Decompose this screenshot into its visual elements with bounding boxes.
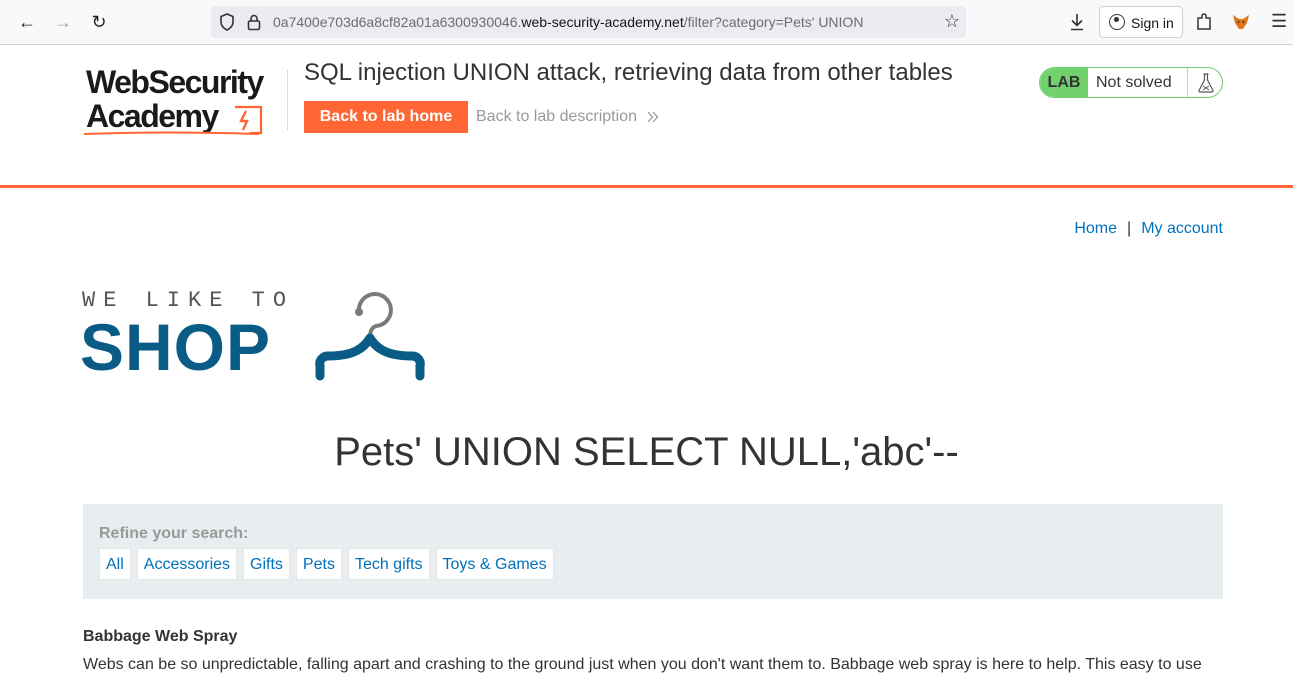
double-chevron-right-icon bbox=[647, 111, 659, 123]
academy-header: WebSecurity Academy SQL injection UNION … bbox=[0, 45, 1293, 188]
web-security-academy-logo[interactable]: WebSecurity Academy bbox=[84, 65, 286, 137]
bookmark-star-icon[interactable]: ☆ bbox=[944, 11, 960, 32]
extensions-puzzle-icon[interactable] bbox=[1196, 13, 1212, 31]
url-text: 0a7400e703d6a8cf82a01a6300930046.web-sec… bbox=[273, 14, 864, 30]
browser-toolbar: ← → ↻ 0a7400e703d6a8cf82a01a6300930046.w… bbox=[0, 0, 1293, 45]
filter-tech-gifts[interactable]: Tech gifts bbox=[347, 548, 430, 580]
home-link[interactable]: Home bbox=[1074, 220, 1117, 237]
refine-search-label: Refine your search: bbox=[99, 525, 249, 542]
product-description: Webs can be so unpredictable, falling ap… bbox=[83, 656, 1202, 673]
menu-hamburger-icon[interactable]: ☰ bbox=[1271, 11, 1287, 32]
account-icon bbox=[1109, 14, 1125, 30]
address-bar[interactable]: 0a7400e703d6a8cf82a01a6300930046.web-sec… bbox=[211, 6, 966, 38]
lock-icon[interactable] bbox=[247, 13, 261, 31]
lab-status-badge: LAB Not solved bbox=[1039, 67, 1223, 98]
category-filters: All Accessories Gifts Pets Tech gifts To… bbox=[99, 548, 554, 580]
product-name: Babbage Web Spray bbox=[83, 628, 238, 645]
my-account-link[interactable]: My account bbox=[1141, 220, 1223, 237]
shop-logo[interactable]: WE LIKE TO SHOP bbox=[80, 288, 434, 384]
filter-gifts[interactable]: Gifts bbox=[243, 548, 290, 580]
refine-search-panel: Refine your search: All Accessories Gift… bbox=[83, 504, 1223, 599]
filter-toys-and-games[interactable]: Toys & Games bbox=[435, 548, 554, 580]
page-heading: Pets' UNION SELECT NULL,'abc'-- bbox=[334, 430, 959, 474]
fox-extension-icon[interactable] bbox=[1232, 14, 1250, 30]
downloads-icon[interactable] bbox=[1069, 13, 1085, 31]
lab-title: SQL injection UNION attack, retrieving d… bbox=[304, 59, 953, 86]
back-arrow-icon[interactable]: ← bbox=[15, 10, 39, 34]
logo-underline bbox=[84, 131, 259, 135]
back-to-lab-home-button[interactable]: Back to lab home bbox=[304, 101, 468, 133]
filter-pets[interactable]: Pets bbox=[295, 548, 342, 580]
filter-accessories[interactable]: Accessories bbox=[136, 548, 238, 580]
tracking-shield-icon[interactable] bbox=[219, 13, 235, 31]
flask-icon-container bbox=[1187, 68, 1222, 97]
forward-arrow-icon[interactable]: → bbox=[51, 10, 75, 34]
logo-divider bbox=[287, 70, 288, 130]
back-to-lab-description-link[interactable]: Back to lab description bbox=[476, 108, 659, 126]
flask-icon bbox=[1198, 73, 1214, 93]
reload-icon[interactable]: ↻ bbox=[87, 10, 111, 34]
clothes-hanger-icon bbox=[315, 292, 425, 381]
filter-all[interactable]: All bbox=[99, 548, 131, 580]
sign-in-button[interactable]: Sign in bbox=[1099, 6, 1183, 38]
top-navigation: Home | My account bbox=[1074, 220, 1223, 237]
